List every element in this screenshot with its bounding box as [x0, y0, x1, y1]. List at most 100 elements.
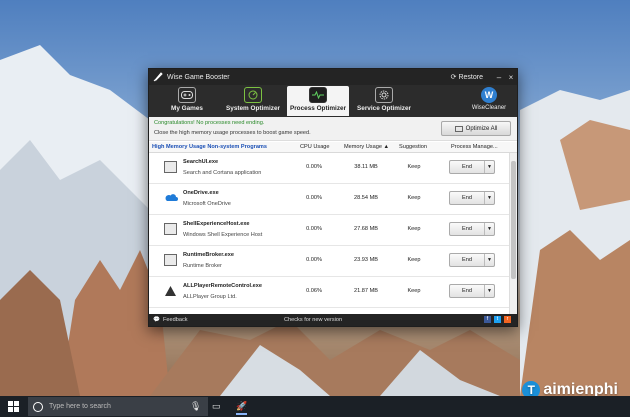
feedback-label: Feedback: [162, 317, 188, 323]
brand-label: WiseCleaner: [471, 105, 507, 111]
allplayer-app-icon: [164, 285, 177, 297]
congrats-message: Congratulations! No processes need endin…: [154, 120, 265, 126]
dropdown-arrow-icon[interactable]: ▼: [484, 285, 494, 297]
onedrive-cloud-icon: [164, 192, 178, 204]
cpu-usage: 0.00%: [306, 164, 322, 170]
suggestion: Keep: [407, 288, 421, 294]
end-label: End: [462, 257, 472, 263]
rocket-icon: [153, 72, 163, 82]
table-row[interactable]: ALLPlayerRemoteControl.exe ALLPlayer Gro…: [149, 277, 509, 308]
table-row[interactable]: ShellExperienceHost.exe Windows Shell Ex…: [149, 215, 509, 246]
taskbar-search-box[interactable]: Type here to search: [28, 397, 208, 416]
process-description: Search and Cortana application: [183, 170, 262, 176]
end-label: End: [462, 164, 472, 170]
tab-system-optimizer[interactable]: System Optimizer: [223, 86, 283, 116]
process-name: SearchUI.exe: [183, 159, 219, 165]
check-updates-link[interactable]: Checks for new version: [284, 317, 342, 323]
title-bar[interactable]: Wise Game Booster ⟳ Restore – ×: [149, 69, 517, 85]
wisecleaner-brand[interactable]: W WiseCleaner: [467, 87, 511, 111]
minimize-button[interactable]: –: [493, 73, 505, 82]
cpu-usage: 0.00%: [306, 257, 322, 263]
process-description: Microsoft OneDrive: [183, 201, 231, 207]
column-name-header[interactable]: High Memory Usage Non-system Programs: [152, 144, 267, 150]
dropdown-arrow-icon[interactable]: ▼: [484, 161, 494, 173]
column-suggestion-header[interactable]: Suggestion: [399, 144, 427, 150]
chat-bubble-icon: 💬: [153, 317, 160, 323]
restore-button[interactable]: ⟳ Restore: [450, 73, 483, 82]
feedback-link[interactable]: 💬 Feedback: [153, 317, 188, 323]
gamepad-icon: [178, 87, 196, 103]
end-process-button[interactable]: End ▼: [449, 160, 495, 174]
status-bar: 💬 Feedback Checks for new version f t r: [149, 314, 517, 326]
tab-process-optimizer[interactable]: Process Optimizer: [287, 86, 349, 116]
tab-service-optimizer[interactable]: Service Optimizer: [353, 86, 415, 116]
tab-my-games[interactable]: My Games: [165, 86, 209, 116]
game-booster-taskbar-icon[interactable]: 🚀: [236, 401, 248, 415]
end-label: End: [462, 226, 472, 232]
pulse-monitor-icon: [309, 87, 327, 103]
tab-label: Service Optimizer: [357, 105, 411, 112]
optimize-all-button[interactable]: Optimize All: [441, 121, 511, 136]
tab-label: System Optimizer: [226, 105, 280, 112]
suggestion: Keep: [407, 257, 421, 263]
social-links: f t r: [484, 316, 511, 323]
gauge-icon: [244, 87, 262, 103]
optimize-icon: [454, 125, 463, 132]
end-process-button[interactable]: End ▼: [449, 284, 495, 298]
process-name: ALLPlayerRemoteControl.exe: [183, 283, 262, 289]
windows-start-icon[interactable]: [8, 401, 19, 412]
end-label: End: [462, 288, 472, 294]
memory-usage: 23.93 MB: [354, 257, 378, 263]
column-cpu-header[interactable]: CPU Usage: [300, 144, 330, 150]
wisecleaner-logo-icon: W: [481, 87, 497, 103]
task-view-icon[interactable]: ▭: [212, 401, 221, 412]
suggestion: Keep: [407, 164, 421, 170]
window-title: Wise Game Booster: [167, 73, 230, 81]
cpu-usage: 0.00%: [306, 226, 322, 232]
memory-usage: 27.68 MB: [354, 226, 378, 232]
end-process-button[interactable]: End ▼: [449, 253, 495, 267]
gear-icon: [375, 87, 393, 103]
close-button[interactable]: ×: [505, 73, 517, 82]
hint-message: Close the high memory usage processes to…: [154, 130, 311, 136]
scrollbar-thumb[interactable]: [511, 161, 516, 279]
process-name: RuntimeBroker.exe: [183, 252, 234, 258]
runtime-broker-app-icon: [164, 254, 177, 266]
process-name: OneDrive.exe: [183, 190, 219, 196]
table-row[interactable]: RuntimeBroker.exe Runtime Broker 0.00% 2…: [149, 246, 509, 277]
suggestion: Keep: [407, 195, 421, 201]
table-row[interactable]: OneDrive.exe Microsoft OneDrive 0.00% 28…: [149, 184, 509, 215]
restore-icon: ⟳: [450, 74, 457, 81]
tab-label: My Games: [171, 105, 203, 112]
column-memory-header[interactable]: Memory Usage ▲: [344, 144, 389, 150]
memory-usage: 28.54 MB: [354, 195, 378, 201]
search-placeholder: Type here to search: [49, 403, 111, 410]
app-window: Wise Game Booster ⟳ Restore – × My Games…: [148, 68, 518, 327]
shell-host-app-icon: [164, 223, 177, 235]
twitter-icon[interactable]: t: [494, 316, 501, 323]
column-manage-header[interactable]: Process Manage...: [451, 144, 498, 150]
process-description: Runtime Broker: [183, 263, 222, 269]
table-row[interactable]: SearchUI.exe Search and Cortana applicat…: [149, 153, 509, 184]
end-process-button[interactable]: End ▼: [449, 222, 495, 236]
cpu-usage: 0.06%: [306, 288, 322, 294]
tab-label: Process Optimizer: [289, 105, 347, 112]
search-icon: [33, 401, 43, 412]
facebook-icon[interactable]: f: [484, 316, 491, 323]
dropdown-arrow-icon[interactable]: ▼: [484, 254, 494, 266]
suggestion: Keep: [407, 226, 421, 232]
status-banner: Congratulations! No processes need endin…: [149, 117, 517, 141]
dropdown-arrow-icon[interactable]: ▼: [484, 223, 494, 235]
process-description: ALLPlayer Group Ltd.: [183, 294, 237, 300]
process-name: ShellExperienceHost.exe: [183, 221, 250, 227]
taskbar: Type here to search 🎙 ▭ 🚀: [0, 396, 630, 417]
cpu-usage: 0.00%: [306, 195, 322, 201]
dropdown-arrow-icon[interactable]: ▼: [484, 192, 494, 204]
end-process-button[interactable]: End ▼: [449, 191, 495, 205]
microphone-icon[interactable]: 🎙: [190, 401, 201, 412]
memory-usage: 21.87 MB: [354, 288, 378, 294]
vertical-scrollbar[interactable]: [509, 153, 517, 314]
memory-usage: 38.11 MB: [354, 164, 378, 170]
rss-icon[interactable]: r: [504, 316, 511, 323]
process-list: SearchUI.exe Search and Cortana applicat…: [149, 153, 517, 314]
